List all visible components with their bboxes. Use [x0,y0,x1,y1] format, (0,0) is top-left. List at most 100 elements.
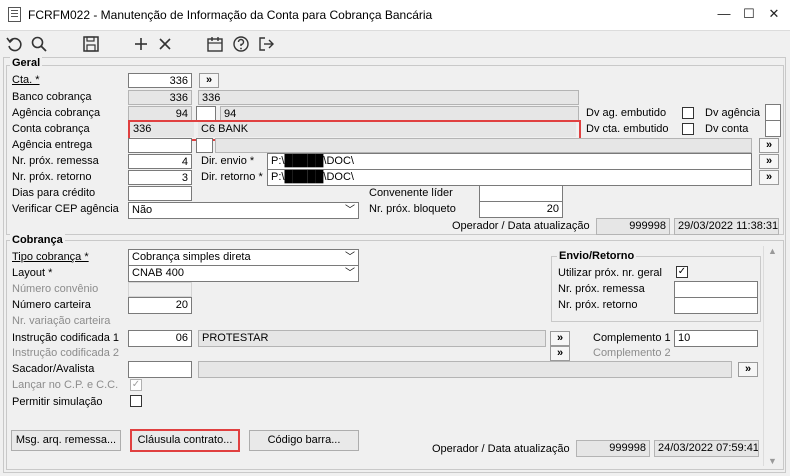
utilizar-label: Utilizar próx. nr. geral [558,267,662,279]
convenente-input[interactable] [479,185,563,202]
agencia-code: 94 [128,106,192,121]
agencia-entrega-name [215,138,752,153]
dir-envio-input[interactable]: P:\█████\DOC\ [267,153,752,170]
close-button[interactable]: ✕ [763,4,785,24]
chevron-down-icon: ﹀ [345,205,355,216]
er-remessa-label: Nr. próx. remessa [558,283,645,295]
permitir-label: Permitir simulação [12,396,103,408]
search-icon[interactable] [28,34,50,54]
conta-code: 336 [130,122,194,137]
dv-ag-embutido-label: Dv ag. embutido [586,107,667,119]
codigo-barra-button[interactable]: Código barra... [249,430,359,451]
dias-credito-input[interactable] [128,186,192,201]
chevron-down-icon: ﹀ [345,252,355,263]
tipo-cobranca-label: Tipo cobrança * [12,251,89,263]
tipo-cobranca-select[interactable]: Cobrança simples direta ﹀ [128,249,359,266]
cep-select-value: Não [132,204,153,216]
utilizar-checkbox[interactable]: ✓ [676,266,688,278]
dv-cta-embutido-checkbox[interactable] [682,123,694,135]
cta-input[interactable]: 336 [128,73,192,88]
dir-retorno-label: Dir. retorno * [201,171,263,183]
toolbar [0,31,790,57]
nr-bloqueto-input[interactable]: 20 [479,201,563,218]
sacador-label: Sacador/Avalista [12,363,95,375]
geral-data-value: 29/03/2022 11:38:31 [674,218,779,235]
sacador-code[interactable] [128,361,192,378]
scroll-up-icon[interactable]: ▲ [764,246,781,256]
dir-envio-label: Dir. envio * [201,155,255,167]
cep-select[interactable]: Não ﹀ [128,202,359,219]
minimize-button[interactable]: — [713,4,735,24]
banco-name: 336 [198,90,579,105]
instr2-lookup-button[interactable]: » [550,346,570,361]
cta-lookup-button[interactable]: » [199,73,219,88]
cobranca-title: Cobrança [10,234,65,246]
tipo-cobranca-value: Cobrança simples direta [132,251,251,263]
instr1-code[interactable]: 06 [128,330,192,347]
agencia-dv-input[interactable] [196,106,216,121]
dir-retorno-browse-button[interactable]: » [759,170,779,185]
complemento1-label: Complemento 1 [593,332,671,344]
conta-label: Conta cobrança [12,123,90,135]
agencia-entrega-dv[interactable] [196,138,213,153]
help-icon[interactable] [230,34,252,54]
numero-carteira-input[interactable]: 20 [128,297,192,314]
agencia-entrega-lookup-button[interactable]: » [759,138,779,153]
delete-icon[interactable] [154,34,176,54]
footer-operador-value: 999998 [576,440,650,457]
nr-variacao-label: Nr. variação carteira [12,315,111,327]
nr-bloqueto-label: Nr. próx. bloqueto [369,203,456,215]
permitir-checkbox[interactable] [130,395,142,407]
conta-name: C6 BANK [198,122,576,137]
save-icon[interactable] [80,34,102,54]
numero-convenio-input [128,282,192,297]
chevron-down-icon: ﹀ [345,268,355,279]
er-retorno-label: Nr. próx. retorno [558,299,638,311]
complemento1-input[interactable]: 10 [674,330,758,347]
app-icon [8,7,21,22]
dv-agencia-label: Dv agência [705,107,761,119]
layout-select[interactable]: CNAB 400 ﹀ [128,265,359,282]
cep-label: Verificar CEP agência [12,203,119,215]
agencia-entrega-label: Agência entrega [12,139,93,151]
dv-ag-embutido-checkbox[interactable] [682,107,694,119]
nr-prox-remessa-label: Nr. próx. remessa [12,155,99,167]
maximize-button[interactable]: ☐ [738,4,760,24]
lancar-label: Lançar no C.P. e C.C. [12,379,119,391]
geral-operador-label: Operador / Data atualização [452,220,590,232]
add-icon[interactable] [130,34,152,54]
nr-prox-retorno-label: Nr. próx. retorno [12,171,92,183]
dv-conta-label: Dv conta [705,123,749,135]
instr2-label: Instrução codificada 2 [12,347,120,359]
dir-envio-browse-button[interactable]: » [759,154,779,169]
scroll-down-icon[interactable]: ▼ [764,456,781,466]
sacador-lookup-button[interactable]: » [738,362,758,377]
complemento2-label: Complemento 2 [593,347,671,359]
instr1-label: Instrução codificada 1 [12,332,120,344]
footer-data-value: 24/03/2022 07:59:41 [654,440,759,457]
er-retorno-input[interactable] [674,297,758,314]
msg-arq-remessa-button[interactable]: Msg. arq. remessa... [11,430,121,451]
dv-conta-input[interactable] [765,120,781,137]
geral-operador-value: 999998 [596,218,670,235]
clausula-contrato-button[interactable]: Cláusula contrato... [130,429,240,452]
numero-carteira-label: Número carteira [12,299,91,311]
agencia-name: 94 [220,106,579,121]
numero-convenio-label: Número convênio [12,283,99,295]
vertical-scrollbar[interactable]: ▲ ▼ [763,246,781,466]
dir-retorno-input[interactable]: P:\█████\DOC\ [267,169,752,186]
footer-operador-label: Operador / Data atualização [432,443,570,455]
dv-agencia-input[interactable] [765,104,781,121]
er-remessa-input[interactable] [674,281,758,298]
undo-icon[interactable] [4,34,26,54]
banco-label: Banco cobrança [12,91,92,103]
instr1-desc: PROTESTAR [198,330,546,347]
geral-title: Geral [10,57,43,69]
layout-value: CNAB 400 [132,267,184,279]
agencia-entrega-code[interactable] [128,138,192,153]
exit-icon[interactable] [255,34,277,54]
calendar-icon[interactable] [204,34,226,54]
nr-prox-remessa-input[interactable]: 4 [128,154,192,169]
instr1-lookup-button[interactable]: » [550,331,570,346]
nr-prox-retorno-input[interactable]: 3 [128,170,192,185]
